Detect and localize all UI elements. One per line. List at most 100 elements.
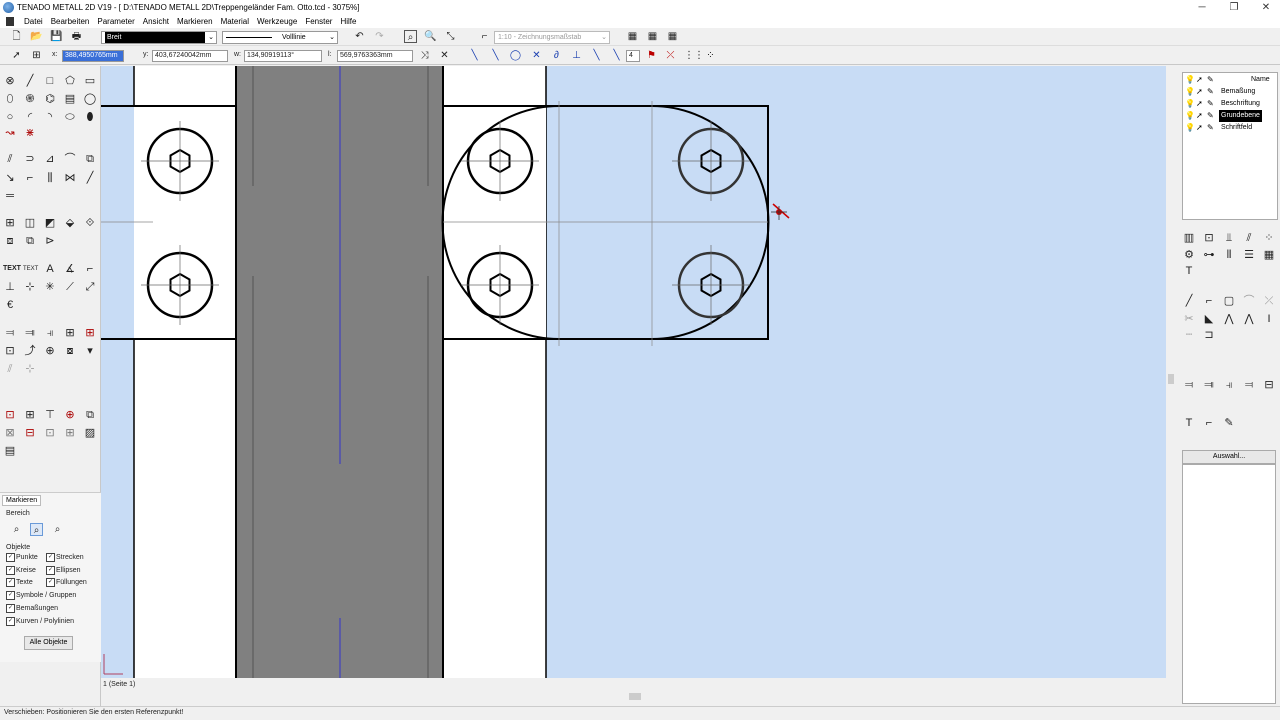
select-7-icon[interactable]: ⊞: [63, 426, 77, 440]
dim-arrow-icon[interactable]: ⤢: [83, 280, 97, 294]
close-button[interactable]: ✕: [1250, 0, 1280, 15]
layer-row[interactable]: 💡 ➚ ✎ Beschriftung: [1183, 98, 1277, 110]
checkbox-kreise[interactable]: Kreise: [6, 566, 36, 575]
transform-icon[interactable]: ⟐: [83, 216, 97, 230]
square-profile-icon[interactable]: ▢: [1222, 294, 1236, 308]
snap-off-icon[interactable]: ⤫: [664, 49, 677, 62]
maximize-button[interactable]: ❐: [1218, 0, 1250, 15]
open-file-icon[interactable]: 📂: [30, 30, 43, 43]
railing-icon[interactable]: ⫤: [3, 326, 17, 340]
minimize-button[interactable]: ─: [1186, 0, 1218, 15]
zoom-window-icon[interactable]: ⌕: [404, 30, 417, 43]
circle-icon[interactable]: ◯: [83, 92, 97, 106]
railing-4-icon[interactable]: ⊞: [63, 326, 77, 340]
polygon-icon[interactable]: ⬠: [63, 74, 77, 88]
snap-perpendicular-icon[interactable]: ⊥: [570, 49, 583, 62]
bracket-icon[interactable]: ⊐: [1202, 328, 1216, 342]
page-tab[interactable]: 1 (Seite 1): [103, 681, 135, 688]
select-5-icon[interactable]: ⊠: [3, 426, 17, 440]
scale-combo[interactable]: 1:10 - Zeichnungsmaßstab ⌄: [494, 31, 610, 44]
bulb-icon[interactable]: 💡: [1185, 124, 1195, 132]
checkbox-punkte[interactable]: Punkte: [6, 553, 38, 562]
snap-tangent-icon[interactable]: ∂: [550, 49, 563, 62]
checkbox-texte[interactable]: Texte: [6, 578, 33, 587]
undo-icon[interactable]: ↶: [353, 30, 366, 43]
group-icon[interactable]: ⊞: [3, 216, 17, 230]
pen-icon[interactable]: ✎: [1207, 123, 1214, 133]
profile-icon[interactable]: ⫴: [1222, 248, 1236, 262]
hatch-icon[interactable]: ⋇: [23, 126, 37, 140]
stair-4-icon[interactable]: ⧇: [63, 344, 77, 358]
auswahl-button[interactable]: Auswahl...: [1182, 450, 1276, 464]
dim-angle-icon[interactable]: ∡: [63, 262, 77, 276]
layer-row-selected[interactable]: 💡 ➚ ✎ Grundebene: [1183, 110, 1277, 122]
railing-add-icon[interactable]: ⊞: [83, 326, 97, 340]
grid-points-icon[interactable]: ⁘: [704, 49, 717, 62]
double-bar-icon[interactable]: ☰: [1242, 248, 1256, 262]
tool-disabled-2-icon[interactable]: ⊹: [23, 362, 37, 376]
rail-4-icon[interactable]: ⫤: [1242, 378, 1256, 392]
extend-icon[interactable]: ⋈: [63, 171, 77, 185]
layer-icon-3[interactable]: ▦: [666, 30, 679, 43]
arc-profile-icon[interactable]: ⌒: [1242, 294, 1256, 308]
alle-objekte-button[interactable]: Alle Objekte: [24, 636, 73, 650]
auswahl-list[interactable]: [1182, 464, 1276, 704]
stair-icon[interactable]: ⊡: [3, 344, 17, 358]
select-4-icon[interactable]: ⧉: [83, 408, 97, 422]
rectangle-icon[interactable]: □: [43, 74, 57, 88]
save-icon[interactable]: 💾: [50, 30, 63, 43]
pen-icon[interactable]: ✎: [1207, 87, 1214, 97]
snap-intersection-icon[interactable]: ✕: [530, 49, 543, 62]
curve-icon[interactable]: ↝: [3, 126, 17, 140]
snap-flag-icon[interactable]: ⚑: [645, 49, 658, 62]
y-coordinate-field[interactable]: 403,67240042mm: [152, 50, 228, 62]
pointer-icon[interactable]: ➚: [10, 49, 23, 62]
panel-icon[interactable]: ⊡: [1202, 231, 1216, 245]
dim-point-icon[interactable]: ⊹: [23, 280, 37, 294]
x-coordinate-field[interactable]: 388,4950765mm: [62, 50, 124, 62]
diagonal-icon[interactable]: ╱: [83, 171, 97, 185]
double-line-icon[interactable]: ═: [3, 189, 17, 203]
parallel-icon[interactable]: ⫽: [3, 152, 17, 166]
ellipse-icon[interactable]: ⬭: [63, 110, 77, 124]
snap-division-icon[interactable]: ╲: [610, 49, 623, 62]
pointer-icon[interactable]: ➚: [1196, 111, 1203, 121]
relative-point-icon[interactable]: ⊞: [30, 49, 43, 62]
pointer-icon[interactable]: ➚: [1196, 123, 1203, 133]
tool-disabled-1-icon[interactable]: ⫽: [3, 362, 17, 376]
grid-icon[interactable]: ▦: [1262, 248, 1276, 262]
railing-3-icon[interactable]: ⫣: [43, 326, 57, 340]
layer-row[interactable]: 💡 ➚ ✎ Bemaßung: [1183, 86, 1277, 98]
move-icon[interactable]: ⊳: [43, 234, 57, 248]
print-icon[interactable]: 🖶: [70, 30, 83, 43]
grating-icon[interactable]: ▥: [1182, 231, 1196, 245]
layer-icon-1[interactable]: ▦: [626, 30, 639, 43]
dim-linear-icon[interactable]: ⊥: [3, 280, 17, 294]
label-icon[interactable]: ⌐: [83, 262, 97, 276]
chamfer-icon[interactable]: ⊿: [43, 152, 57, 166]
rail-5-icon[interactable]: ⊟: [1262, 378, 1276, 392]
menu-item-ansicht[interactable]: Ansicht: [139, 17, 173, 26]
bulb-icon[interactable]: 💡: [1185, 112, 1195, 120]
pointer-icon[interactable]: ➚: [1196, 99, 1203, 109]
zoom-icon[interactable]: 🔍: [424, 30, 437, 43]
checkbox-ellipsen[interactable]: Ellipsen: [46, 566, 81, 575]
scale-icon[interactable]: ⌐: [478, 30, 491, 43]
checkbox-symbole[interactable]: Symbole / Gruppen: [6, 591, 76, 600]
miter-icon[interactable]: ⋀: [1222, 312, 1236, 326]
menu-item-material[interactable]: Material: [217, 17, 253, 26]
pencil-icon[interactable]: ✎: [1222, 416, 1236, 430]
menu-item-parameter[interactable]: Parameter: [93, 17, 138, 26]
post-icon[interactable]: ⫫: [1222, 231, 1236, 245]
rail-3-icon[interactable]: ⫣: [1222, 378, 1236, 392]
checkbox-strecken[interactable]: Strecken: [46, 553, 84, 562]
select-3-icon[interactable]: ⊤: [43, 408, 57, 422]
mark-tab[interactable]: Markieren: [2, 495, 42, 506]
menu-item-datei[interactable]: Datei: [20, 17, 47, 26]
chart-icon[interactable]: ⫽: [1242, 231, 1256, 245]
layer-icon-2[interactable]: ▦: [646, 30, 659, 43]
zoom-extents-icon[interactable]: ⤡: [444, 30, 457, 43]
scroll-thumb[interactable]: [1168, 374, 1174, 384]
rotate-icon[interactable]: ◩: [43, 216, 57, 230]
calculator-icon[interactable]: ▤: [3, 444, 17, 458]
